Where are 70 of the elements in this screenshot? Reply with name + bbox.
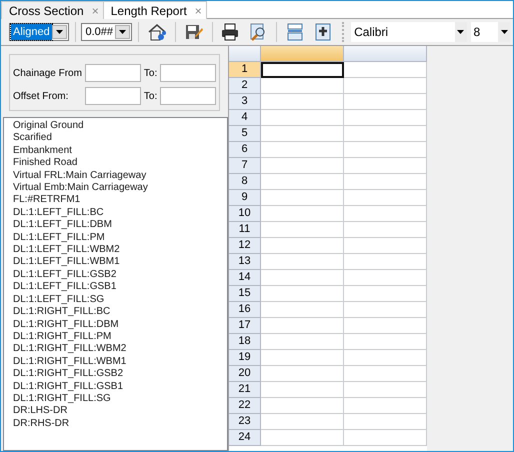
layer-item[interactable]: DL:1:RIGHT_FILL:SG — [13, 392, 111, 406]
layer-item[interactable]: Virtual FRL:Main Carriageway — [13, 170, 146, 182]
house-gear-icon[interactable] — [146, 22, 167, 42]
insert-row-icon[interactable] — [313, 22, 334, 42]
grid-cell[interactable] — [261, 62, 344, 78]
layer-item[interactable]: DL:1:RIGHT_FILL:BC — [13, 306, 110, 318]
close-icon[interactable]: × — [194, 2, 202, 20]
row-header[interactable]: 15 — [229, 286, 261, 302]
layer-item[interactable]: DL:1:RIGHT_FILL:PM — [13, 330, 112, 344]
input-field[interactable] — [160, 64, 216, 82]
row-header[interactable]: 13 — [229, 254, 261, 270]
row-header[interactable]: 10 — [229, 206, 261, 222]
row-header[interactable]: 17 — [229, 318, 261, 334]
layer-item[interactable]: DL:1:RIGHT_FILL:GSB1 — [13, 380, 124, 393]
layer-item[interactable]: DL:1:RIGHT_FILL:GSB2 — [13, 368, 124, 381]
row-layout-icon[interactable] — [285, 22, 306, 42]
row-header[interactable]: 9 — [229, 190, 261, 206]
input-field[interactable] — [84, 64, 141, 82]
layer-item[interactable]: Embankment — [13, 144, 72, 158]
layer-item[interactable]: Original Ground — [13, 120, 84, 132]
row-header[interactable]: 1 — [229, 62, 261, 78]
row-header[interactable]: 5 — [229, 126, 261, 142]
row-header[interactable]: 24 — [229, 430, 261, 446]
layer-item[interactable]: DL:1:LEFT_FILL:BC — [13, 206, 104, 220]
layer-item[interactable]: DL:1:LEFT_FILL:WBM1 — [13, 256, 120, 269]
layer-item[interactable]: FL:#RETRFM1 — [13, 194, 80, 207]
row-header[interactable]: 23 — [229, 414, 261, 430]
row-header[interactable]: 19 — [229, 350, 261, 366]
row-header[interactable]: 8 — [229, 174, 261, 190]
save-edit-icon[interactable] — [184, 22, 204, 42]
layer-item[interactable]: DL:1:LEFT_FILL:WBM2 — [13, 244, 120, 256]
layer-item[interactable]: DL:1:RIGHT_FILL:DBM — [13, 318, 119, 331]
input-field[interactable] — [84, 87, 141, 105]
layer-item[interactable]: DL:1:LEFT_FILL:PM — [13, 232, 105, 244]
size-combo[interactable]: 8 — [470, 22, 510, 42]
input-field[interactable] — [160, 87, 216, 105]
format-combo[interactable]: 0.0## — [81, 23, 132, 41]
row-header[interactable]: 6 — [229, 142, 261, 158]
layer-item[interactable]: Virtual Emb:Main Carriageway — [13, 182, 148, 194]
layer-item[interactable]: DL:1:LEFT_FILL:GSB1 — [13, 281, 116, 294]
layer-item[interactable]: Finished Road — [13, 157, 78, 170]
layer-item[interactable]: DR:RHS-DR — [13, 418, 70, 430]
tab[interactable]: Length Report × — [102, 1, 207, 19]
layer-item[interactable]: DL:1:LEFT_FILL:DBM — [13, 219, 112, 232]
row-header[interactable]: 21 — [229, 382, 261, 398]
row-header[interactable]: 16 — [229, 302, 261, 318]
row-header[interactable]: 11 — [229, 222, 261, 238]
layer-item[interactable]: DR:LHS-DR — [13, 405, 68, 418]
row-header[interactable]: 20 — [229, 366, 261, 382]
layer-item[interactable]: DL:1:LEFT_FILL:GSB2 — [13, 268, 116, 282]
row-header[interactable]: 22 — [229, 398, 261, 414]
layer-item[interactable]: DL:1:LEFT_FILL:SG — [13, 294, 104, 306]
row-header[interactable]: 14 — [229, 270, 261, 286]
alignment-combo[interactable]: Aligned — [9, 23, 69, 41]
layer-item[interactable]: DL:1:RIGHT_FILL:WBM1 — [13, 356, 126, 368]
layer-item[interactable]: Scarified — [13, 132, 52, 145]
row-header[interactable]: 3 — [229, 94, 261, 110]
row-header[interactable]: 2 — [229, 78, 261, 94]
field-label: To: — [144, 66, 158, 80]
field-label: Offset From: — [13, 90, 70, 104]
row-header[interactable]: 4 — [229, 110, 261, 126]
tab[interactable]: Cross Section × — [1, 1, 104, 19]
field-label: To: — [144, 90, 158, 104]
row-header[interactable]: 12 — [229, 238, 261, 254]
printer-icon[interactable] — [220, 22, 240, 42]
layer-item[interactable]: DL:1:RIGHT_FILL:WBM2 — [13, 343, 126, 356]
row-header[interactable]: 18 — [229, 334, 261, 350]
row-header[interactable]: 7 — [229, 158, 261, 174]
font-combo[interactable]: Calibri — [351, 22, 467, 42]
field-label: Chainage From — [13, 66, 82, 80]
